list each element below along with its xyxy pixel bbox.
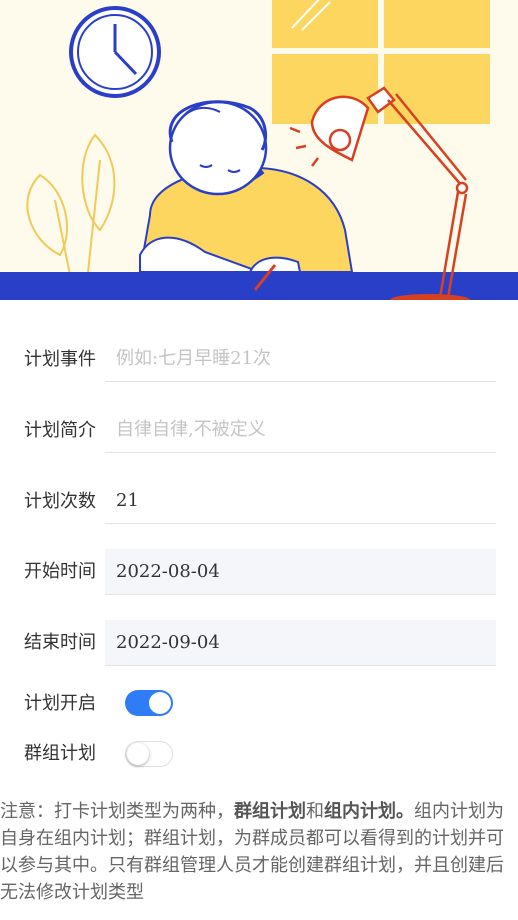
event-row: 计划事件 xyxy=(0,334,518,384)
intro-input[interactable] xyxy=(105,407,496,453)
notice-type-inner: 组内计划。 xyxy=(324,801,414,822)
count-input[interactable] xyxy=(105,478,496,524)
end-time-label: 结束时间 xyxy=(24,632,96,653)
notice-text: 注意：打卡计划类型为两种，群组计划和组内计划。组内计划为自身在组内计划；群组计划… xyxy=(0,798,518,906)
switch-knob xyxy=(149,692,171,714)
group-label: 群组计划 xyxy=(24,743,96,764)
intro-label: 计划简介 xyxy=(24,420,96,441)
count-row: 计划次数 xyxy=(0,476,518,526)
studying-person-illustration xyxy=(0,0,518,300)
event-label: 计划事件 xyxy=(24,349,96,370)
notice-and: 和 xyxy=(306,801,324,822)
enable-plan-switch[interactable] xyxy=(125,690,173,716)
intro-row: 计划简介 xyxy=(0,405,518,455)
switch-knob xyxy=(127,743,149,765)
notice-prefix: 注意：打卡计划类型为两种， xyxy=(0,801,234,822)
count-label: 计划次数 xyxy=(24,491,96,512)
notice-type-group: 群组计划 xyxy=(234,801,306,822)
start-time-label: 开始时间 xyxy=(24,561,96,582)
start-time-picker[interactable] xyxy=(105,549,496,595)
enable-row: 计划开启 xyxy=(0,686,518,736)
event-input[interactable] xyxy=(105,336,496,382)
end-time-picker[interactable] xyxy=(105,620,496,666)
group-plan-switch[interactable] xyxy=(125,741,173,767)
end-time-row: 结束时间 xyxy=(0,617,518,667)
clock-graphic xyxy=(69,6,161,98)
header-illustration xyxy=(0,0,518,300)
group-row: 群组计划 xyxy=(0,736,518,786)
enable-label: 计划开启 xyxy=(24,693,96,714)
start-time-row: 开始时间 xyxy=(0,546,518,596)
